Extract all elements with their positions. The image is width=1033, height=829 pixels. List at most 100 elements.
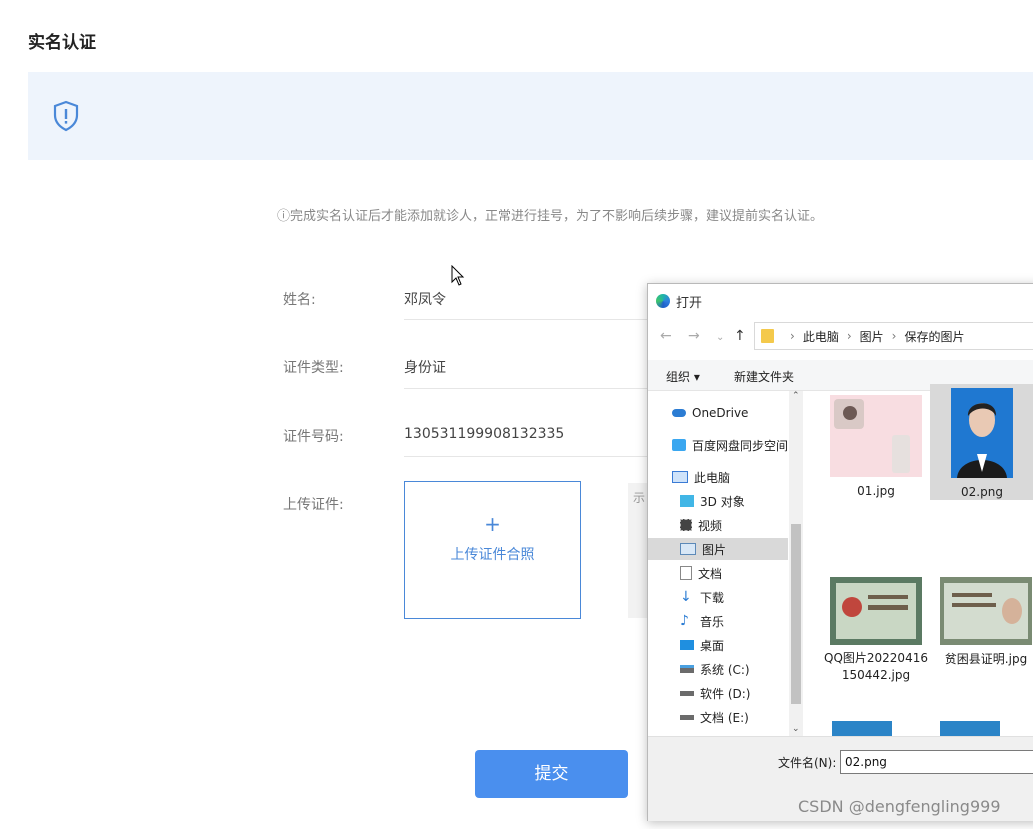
nav-item-label: 文档 (E:): [700, 710, 749, 725]
divider: [404, 456, 654, 457]
filename-input[interactable]: 02.png: [840, 750, 1033, 774]
folder-icon: [761, 329, 774, 343]
back-arrow-icon[interactable]: ←: [660, 328, 672, 344]
divider: [404, 388, 654, 389]
id-number-label: 证件号码:: [283, 429, 344, 445]
nav-item-label: 下载: [700, 590, 725, 605]
scrollbar-thumb[interactable]: [791, 524, 801, 704]
drive-icon: [680, 665, 694, 673]
info-banner: [28, 72, 1033, 160]
nav-item-pictures[interactable]: 图片: [648, 538, 788, 560]
nav-item-desktop[interactable]: 桌面: [680, 634, 798, 656]
chevron-right-icon: ›: [846, 329, 852, 343]
address-bar[interactable]: › 此电脑 › 图片 › 保存的图片: [754, 322, 1033, 350]
file-item[interactable]: 01.jpg: [826, 391, 926, 503]
nav-item-label: 图片: [702, 542, 727, 557]
new-folder-button[interactable]: 新建文件夹: [734, 368, 794, 385]
forward-arrow-icon[interactable]: →: [688, 328, 700, 344]
music-icon: ♪: [680, 613, 689, 629]
cube-icon: [680, 495, 694, 507]
nav-item-downloads[interactable]: ↓ 下载: [680, 586, 798, 608]
nav-item-onedrive[interactable]: OneDrive: [672, 402, 790, 424]
up-arrow-icon[interactable]: ↑: [734, 328, 746, 344]
submit-button[interactable]: 提交: [475, 750, 628, 798]
nav-item-label: 3D 对象: [700, 494, 745, 509]
edge-browser-icon: [656, 294, 670, 308]
file-item[interactable]: QQ图片20220416150442.jpg: [822, 577, 930, 697]
download-icon: ↓: [680, 589, 692, 605]
breadcrumb-pictures[interactable]: 图片: [860, 328, 884, 345]
image-thumbnail: [830, 395, 922, 477]
nav-item-drive-d[interactable]: 软件 (D:): [680, 682, 798, 704]
video-icon: [680, 519, 692, 531]
organize-menu[interactable]: 组织 ▾: [666, 368, 700, 385]
image-thumbnail: [940, 577, 1032, 645]
scroll-down-icon[interactable]: ⌄: [792, 724, 800, 734]
recent-dropdown-icon[interactable]: ⌄: [716, 332, 724, 343]
upload-label: 上传证件:: [283, 497, 344, 513]
desktop-icon: [680, 640, 694, 650]
breadcrumb-saved-pictures[interactable]: 保存的图片: [904, 328, 964, 345]
divider: [404, 319, 654, 320]
breadcrumb-this-pc[interactable]: 此电脑: [803, 328, 839, 345]
scroll-up-icon[interactable]: ⌃: [792, 391, 800, 401]
computer-icon: [672, 471, 688, 483]
nav-item-label: 音乐: [700, 614, 725, 629]
info-circle-icon: ⓘ: [277, 209, 291, 224]
nav-item-label: 此电脑: [694, 470, 731, 485]
drive-icon: [680, 714, 694, 720]
notice-text: ⓘ完成实名认证后才能添加就诊人，正常进行挂号，为了不影响后续步骤，建议提前实名认…: [277, 205, 823, 224]
image-thumbnail: [951, 388, 1013, 478]
nav-item-music[interactable]: ♪ 音乐: [680, 610, 798, 632]
image-thumbnail-partial: [940, 721, 1000, 736]
nav-item-3d-objects[interactable]: 3D 对象: [680, 490, 798, 512]
file-list: 01.jpg 02.png QQ图片20220416150442.jpg 贫困县…: [806, 384, 1033, 736]
cloud-icon: [672, 409, 686, 417]
filename-label: 文件名(N):: [778, 756, 837, 770]
image-thumbnail-partial: [832, 721, 892, 736]
nav-item-documents[interactable]: 文档: [680, 562, 798, 584]
navigation-pane: OneDrive 百度网盘同步空间 此电脑 3D 对象 视频 图片 文档 ↓ 下: [648, 391, 803, 736]
name-label: 姓名:: [283, 292, 316, 308]
id-number-field[interactable]: 130531199908132335: [404, 426, 564, 442]
shield-icon: [53, 100, 79, 132]
page-title: 实名认证: [28, 33, 96, 53]
id-type-label: 证件类型:: [283, 360, 344, 376]
nav-item-label: 文档: [698, 566, 723, 581]
nav-item-this-pc[interactable]: 此电脑: [672, 466, 790, 488]
baidu-icon: [672, 439, 686, 451]
nav-item-label: 系统 (C:): [700, 662, 750, 677]
file-name: QQ图片20220416150442.jpg: [824, 651, 928, 682]
nav-item-label: OneDrive: [692, 406, 749, 420]
nav-item-videos[interactable]: 视频: [680, 514, 798, 536]
name-field[interactable]: 邓凤令: [404, 289, 446, 309]
pictures-icon: [680, 543, 696, 555]
dialog-titlebar: 打开: [656, 290, 702, 312]
nav-item-label: 视频: [698, 518, 723, 533]
nav-item-label: 桌面: [700, 638, 725, 653]
nav-item-baidu[interactable]: 百度网盘同步空间: [672, 434, 790, 456]
id-type-field[interactable]: 身份证: [404, 357, 446, 377]
chevron-right-icon: ›: [891, 329, 897, 343]
watermark: CSDN @dengfengling999: [798, 797, 1001, 816]
file-item-selected[interactable]: 02.png: [930, 384, 1033, 500]
dialog-title: 打开: [676, 295, 703, 311]
drive-icon: [680, 690, 694, 696]
open-file-dialog: 打开 ← → ⌄ ↑ › 此电脑 › 图片 › 保存的图片 组织 ▾ 新建文件夹…: [647, 283, 1033, 821]
nav-item-drive-c[interactable]: 系统 (C:): [680, 658, 798, 680]
upload-photo-button[interactable]: + 上传证件合照: [404, 481, 581, 619]
file-item[interactable]: 贫困县证明.jpg: [932, 577, 1033, 666]
plus-icon: +: [484, 512, 501, 536]
document-icon: [680, 566, 692, 580]
file-name: 贫困县证明.jpg: [944, 652, 1028, 666]
file-name: 01.jpg: [857, 484, 895, 498]
chevron-right-icon: ›: [790, 329, 795, 343]
upload-button-label: 上传证件合照: [450, 547, 535, 563]
mouse-cursor-icon: [451, 265, 465, 286]
nav-item-drive-e[interactable]: 文档 (E:): [680, 706, 798, 728]
image-thumbnail: [830, 577, 922, 645]
nav-item-label: 百度网盘同步空间: [692, 438, 789, 453]
file-name: 02.png: [961, 485, 1003, 499]
notice-message: 完成实名认证后才能添加就诊人，正常进行挂号，为了不影响后续步骤，建议提前实名认证…: [290, 209, 824, 224]
nav-item-label: 软件 (D:): [700, 686, 751, 701]
